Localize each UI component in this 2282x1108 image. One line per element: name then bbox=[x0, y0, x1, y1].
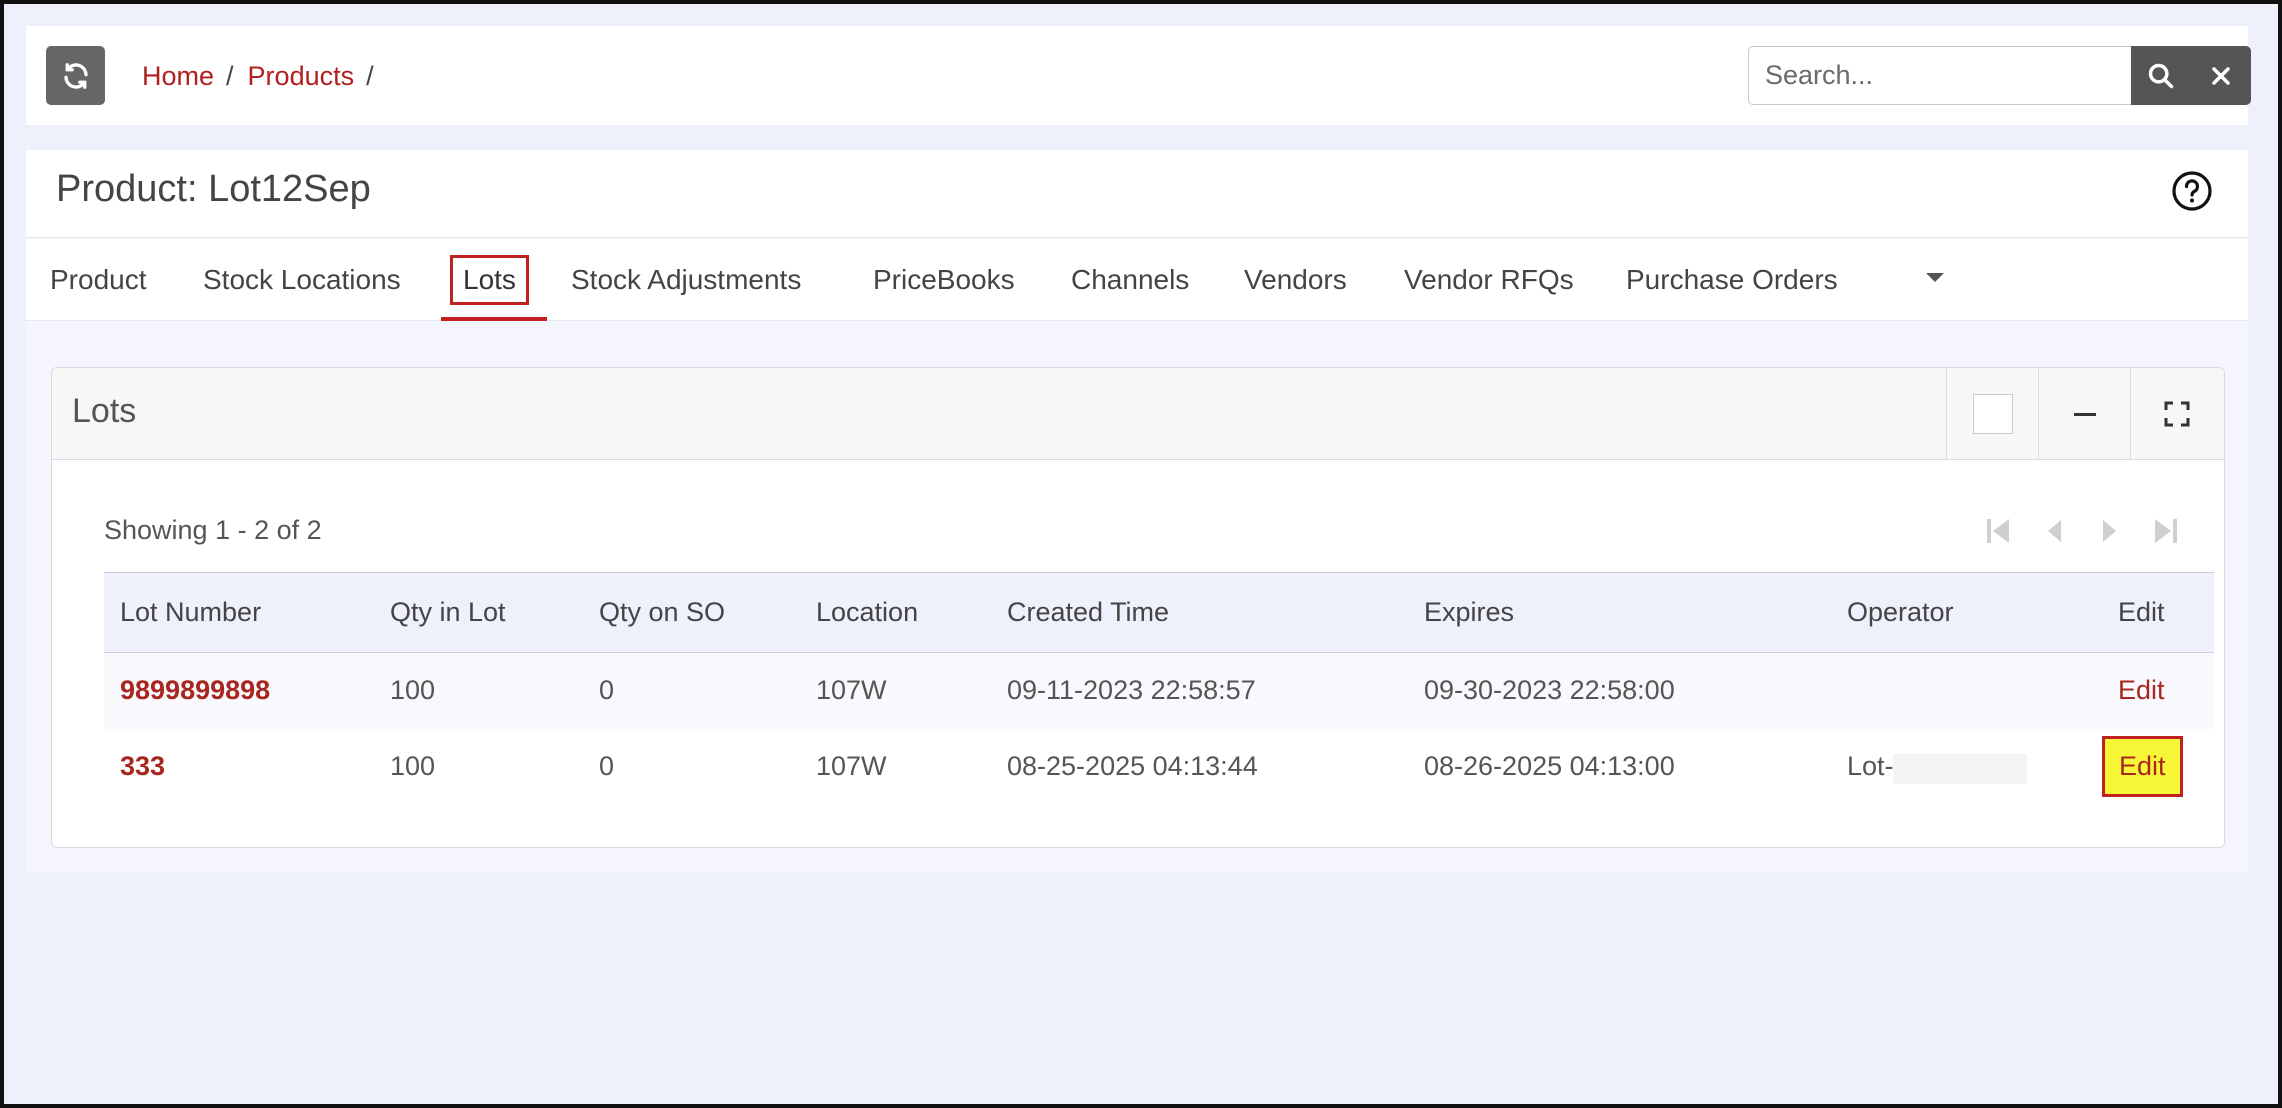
column-header-created-time[interactable]: Created Time bbox=[991, 573, 1408, 653]
main-panel: Product: Lot12Sep Product Stock Location… bbox=[26, 150, 2248, 872]
lot-number-cell: 9899899898 bbox=[104, 653, 374, 729]
location-cell: 107W bbox=[816, 675, 887, 706]
created-time-cell: 09-11-2023 22:58:57 bbox=[1007, 675, 1256, 706]
table-row: 9899899898 100 0 107W 09-11-2023 22:58:5… bbox=[104, 652, 2214, 729]
pagination-controls bbox=[1970, 508, 2194, 554]
tab-stock-adjustments[interactable]: Stock Adjustments bbox=[571, 239, 801, 321]
tab-pricebooks[interactable]: PriceBooks bbox=[873, 239, 1015, 321]
breadcrumb-separator: / bbox=[226, 60, 234, 91]
edit-cell: Edit bbox=[2102, 729, 2214, 805]
select-toggle[interactable] bbox=[1946, 368, 2038, 460]
tab-vendors[interactable]: Vendors bbox=[1244, 239, 1347, 321]
close-icon bbox=[2212, 66, 2230, 85]
breadcrumb: Home / Products / bbox=[142, 56, 388, 96]
location-cell: 107W bbox=[816, 751, 887, 781]
lot-number-cell: 333 bbox=[104, 729, 374, 805]
pagination-summary: Showing 1 - 2 of 2 bbox=[104, 515, 322, 545]
refresh-button[interactable] bbox=[46, 46, 105, 105]
tab-lots-label: Lots bbox=[450, 255, 529, 305]
last-page-icon bbox=[2155, 519, 2177, 543]
table-row: 333 100 0 107W 08-25-2025 04:13:44 08-26… bbox=[104, 729, 2214, 805]
browser-frame: Home / Products / Product: Lot12Sep bbox=[0, 0, 2282, 1108]
search-button[interactable] bbox=[2131, 46, 2191, 105]
column-header-location[interactable]: Location bbox=[800, 573, 991, 653]
collapse-button[interactable] bbox=[2038, 368, 2130, 460]
operator-cell bbox=[1831, 653, 2102, 729]
operator-cell: Lot- bbox=[1831, 729, 2102, 805]
breadcrumb-home[interactable]: Home bbox=[142, 61, 214, 92]
first-page-button[interactable] bbox=[1970, 508, 2026, 554]
active-tab-indicator bbox=[441, 317, 547, 321]
lots-table: Lot Number Qty in Lot Qty on SO Location… bbox=[104, 572, 2214, 805]
column-header-operator[interactable]: Operator bbox=[1831, 573, 2102, 653]
top-bar: Home / Products / bbox=[26, 26, 2251, 125]
lot-number-link[interactable]: 333 bbox=[120, 751, 165, 781]
search-bar bbox=[1748, 46, 2251, 105]
card-header: Lots bbox=[52, 368, 2224, 460]
fullscreen-button[interactable] bbox=[2130, 368, 2222, 460]
breadcrumb-products[interactable]: Products bbox=[248, 61, 355, 92]
clear-search-button[interactable] bbox=[2191, 46, 2251, 105]
minus-icon bbox=[2073, 412, 2096, 416]
column-header-qty-in-lot[interactable]: Qty in Lot bbox=[374, 573, 583, 653]
search-icon bbox=[2148, 63, 2174, 88]
last-page-button[interactable] bbox=[2138, 508, 2194, 554]
expires-cell: 08-26-2025 04:13:00 bbox=[1424, 751, 1675, 781]
tab-stock-locations[interactable]: Stock Locations bbox=[203, 239, 401, 321]
tab-product[interactable]: Product bbox=[50, 239, 147, 321]
next-page-button[interactable] bbox=[2082, 508, 2138, 554]
created-time-cell: 08-25-2025 04:13:44 bbox=[1007, 751, 1258, 781]
tab-purchase-orders[interactable]: Purchase Orders bbox=[1626, 239, 1838, 321]
redacted-block bbox=[1893, 753, 2027, 784]
more-tabs-dropdown-icon[interactable] bbox=[1926, 273, 1944, 282]
column-header-qty-on-so[interactable]: Qty on SO bbox=[583, 573, 800, 653]
next-page-icon bbox=[2103, 520, 2116, 542]
lots-card: Lots Showing 1 - 2 of 2 Lot Number Qty i… bbox=[51, 367, 2225, 848]
expand-icon bbox=[2164, 401, 2189, 427]
page-title: Product: Lot12Sep bbox=[56, 168, 371, 210]
tab-channels[interactable]: Channels bbox=[1071, 239, 1189, 321]
column-header-lot-number[interactable]: Lot Number bbox=[104, 573, 374, 653]
column-header-expires[interactable]: Expires bbox=[1408, 573, 1831, 653]
expires-cell: 09-30-2023 22:58:00 bbox=[1424, 675, 1675, 706]
edit-link-highlighted[interactable]: Edit bbox=[2102, 736, 2183, 797]
search-input[interactable] bbox=[1748, 46, 2131, 105]
help-icon[interactable] bbox=[2171, 170, 2213, 212]
tab-vendor-rfqs[interactable]: Vendor RFQs bbox=[1404, 239, 1574, 321]
previous-page-icon bbox=[2048, 520, 2061, 542]
qty-on-so-cell: 0 bbox=[599, 751, 615, 781]
previous-page-button[interactable] bbox=[2026, 508, 2082, 554]
page-header: Product: Lot12Sep bbox=[26, 150, 2248, 238]
qty-on-so-cell: 0 bbox=[599, 675, 615, 706]
tab-bar: Product Stock Locations Lots Stock Adjus… bbox=[26, 239, 2248, 321]
lot-number-link[interactable]: 9899899898 bbox=[120, 675, 270, 705]
first-page-icon bbox=[1987, 519, 2009, 543]
checkbox-icon bbox=[1972, 394, 2013, 434]
card-title: Lots bbox=[72, 392, 137, 430]
breadcrumb-separator: / bbox=[366, 60, 374, 91]
operator-name: Lot- bbox=[1847, 751, 1894, 781]
qty-in-lot-cell: 100 bbox=[390, 751, 436, 781]
edit-cell: Edit bbox=[2102, 653, 2214, 729]
tab-lots[interactable]: Lots bbox=[450, 239, 529, 321]
table-header-row: Lot Number Qty in Lot Qty on SO Location… bbox=[104, 572, 2214, 653]
refresh-icon bbox=[63, 62, 88, 89]
edit-link[interactable]: Edit bbox=[2118, 675, 2165, 705]
column-header-edit: Edit bbox=[2118, 597, 2165, 627]
qty-in-lot-cell: 100 bbox=[390, 675, 436, 706]
